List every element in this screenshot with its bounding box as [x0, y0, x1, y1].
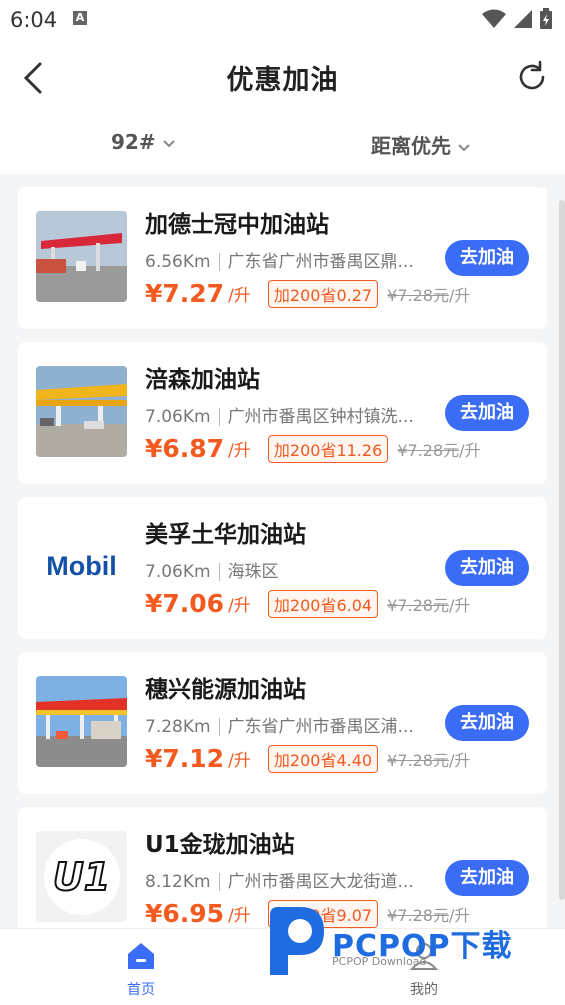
signal-icon [513, 10, 532, 28]
station-name: 美孚土华加油站 [145, 522, 306, 548]
original-price-unit: /升 [448, 595, 471, 615]
u1-logo-circle: U1 [43, 838, 120, 915]
promo-badge: 加200省4.40 [267, 744, 379, 773]
price-unit: /升 [228, 441, 251, 461]
divider [218, 873, 220, 891]
station-distance: 6.56Km [145, 252, 211, 272]
battery-icon [540, 8, 552, 29]
original-price-value: ¥7.28元 [387, 285, 449, 305]
station-meta: 7.06Km 海珠区 [145, 557, 279, 582]
fuel-type-label: 92# [111, 130, 156, 154]
station-name: 穗兴能源加油站 [145, 677, 306, 703]
station-meta: 7.06Km 广州市番禺区钟村镇洗... [145, 402, 414, 427]
price: ¥6.95 [145, 899, 225, 928]
price-row: ¥7.06/升 加200省6.04 ¥7.28元/升 [145, 589, 470, 618]
original-price-unit: /升 [459, 440, 481, 460]
divider [218, 408, 220, 426]
divider [218, 718, 220, 736]
station-logo: Mobil [36, 521, 127, 612]
station-card[interactable]: Mobil 美孚土华加油站 7.06Km 海珠区 ¥7.06/升 加200省6.0… [18, 497, 547, 639]
chevron-down-icon [162, 139, 175, 147]
divider [218, 253, 220, 271]
price-unit: /升 [228, 596, 251, 616]
watermark-logo-icon [270, 907, 324, 975]
price-row: ¥6.87/升 加200省11.26 ¥7.28元/升 [145, 434, 481, 463]
watermark: PCPOP下载 PCPOP Download [262, 905, 562, 985]
home-icon [128, 943, 154, 969]
price-row: ¥7.27/升 加200省0.27 ¥7.28元/升 [145, 279, 470, 308]
station-card[interactable]: 加德士冠中加油站 6.56Km 广东省广州市番禺区鼎... ¥7.27/升 加20… [18, 187, 547, 329]
original-price-value: ¥7.28元 [387, 595, 449, 615]
station-photo [36, 676, 127, 767]
original-price-value: ¥7.28元 [387, 750, 449, 770]
wifi-icon [481, 9, 506, 28]
go-refuel-button[interactable]: 去加油 [445, 860, 529, 896]
station-address: 海珠区 [227, 562, 279, 582]
station-meta: 7.28Km 广东省广州市番禺区浦... [145, 712, 414, 737]
station-card[interactable]: 涪森加油站 7.06Km 广州市番禺区钟村镇洗... ¥6.87/升 加200省1… [18, 342, 547, 484]
u1-logo: U1 [52, 854, 111, 900]
original-price-value: ¥7.28元 [397, 440, 460, 460]
scrollbar[interactable] [559, 200, 565, 900]
promo-badge: 加200省11.26 [267, 434, 389, 463]
go-refuel-button[interactable]: 去加油 [445, 550, 529, 586]
price-row: ¥7.12/升 加200省4.40 ¥7.28元/升 [145, 744, 470, 773]
price-unit: /升 [228, 286, 251, 306]
station-logo: U1 [36, 831, 127, 922]
station-address: 广东省广州市番禺区鼎... [227, 252, 414, 272]
station-meta: 6.56Km 广东省广州市番禺区鼎... [145, 247, 414, 272]
station-distance: 7.28Km [145, 717, 211, 737]
watermark-subtext: PCPOP Download [332, 955, 427, 968]
fuel-type-filter[interactable]: 92# [111, 130, 176, 154]
status-time: 6:04 [10, 8, 58, 32]
divider [218, 563, 220, 581]
price: ¥7.06 [145, 589, 225, 618]
price-unit: /升 [228, 751, 251, 771]
station-name: U1金珑加油站 [145, 832, 295, 858]
station-meta: 8.12Km 广州市番禺区大龙街道... [145, 867, 414, 892]
original-price: ¥7.28元/升 [387, 596, 470, 615]
chevron-down-icon [458, 143, 470, 151]
station-photo [36, 366, 127, 457]
filter-bar: 92# 距离优先 [0, 118, 565, 174]
station-card[interactable]: 穗兴能源加油站 7.28Km 广东省广州市番禺区浦... ¥7.12/升 加200… [18, 652, 547, 794]
price: ¥6.87 [145, 434, 225, 463]
refresh-icon[interactable] [515, 60, 549, 94]
station-name: 加德士冠中加油站 [145, 212, 329, 238]
station-distance: 7.06Km [145, 562, 211, 582]
go-refuel-button[interactable]: 去加油 [445, 240, 529, 276]
price-unit: /升 [228, 906, 251, 926]
original-price: ¥7.28元/升 [387, 751, 470, 770]
original-price: ¥7.28元/升 [387, 286, 470, 305]
page-title: 优惠加油 [226, 65, 339, 96]
promo-badge: 加200省0.27 [267, 279, 379, 308]
app-header: 优惠加油 [0, 38, 565, 118]
station-photo [36, 211, 127, 302]
original-price-unit: /升 [448, 750, 471, 770]
station-distance: 8.12Km [145, 872, 211, 892]
price: ¥7.12 [145, 744, 225, 773]
mobil-logo: Mobil [46, 551, 117, 581]
nav-home-label: 首页 [127, 982, 155, 998]
go-refuel-button[interactable]: 去加油 [445, 705, 529, 741]
station-address: 广州市番禺区大龙街道... [227, 872, 414, 892]
sort-filter[interactable]: 距离优先 [371, 130, 471, 159]
original-price-unit: /升 [448, 285, 471, 305]
status-bar: 6:04 A [0, 0, 565, 38]
original-price: ¥7.28元/升 [397, 441, 480, 460]
go-refuel-button[interactable]: 去加油 [445, 395, 529, 431]
notification-a-icon: A [73, 11, 87, 25]
station-address: 广州市番禺区钟村镇洗... [227, 407, 414, 427]
price: ¥7.27 [145, 279, 225, 308]
station-address: 广东省广州市番禺区浦... [227, 717, 414, 737]
station-distance: 7.06Km [145, 407, 211, 427]
station-list: 加德士冠中加油站 6.56Km 广东省广州市番禺区鼎... ¥7.27/升 加20… [18, 187, 547, 962]
promo-badge: 加200省6.04 [267, 589, 379, 618]
sort-label: 距离优先 [371, 134, 451, 158]
nav-home[interactable]: 首页 [101, 941, 181, 999]
station-name: 涪森加油站 [145, 367, 260, 393]
